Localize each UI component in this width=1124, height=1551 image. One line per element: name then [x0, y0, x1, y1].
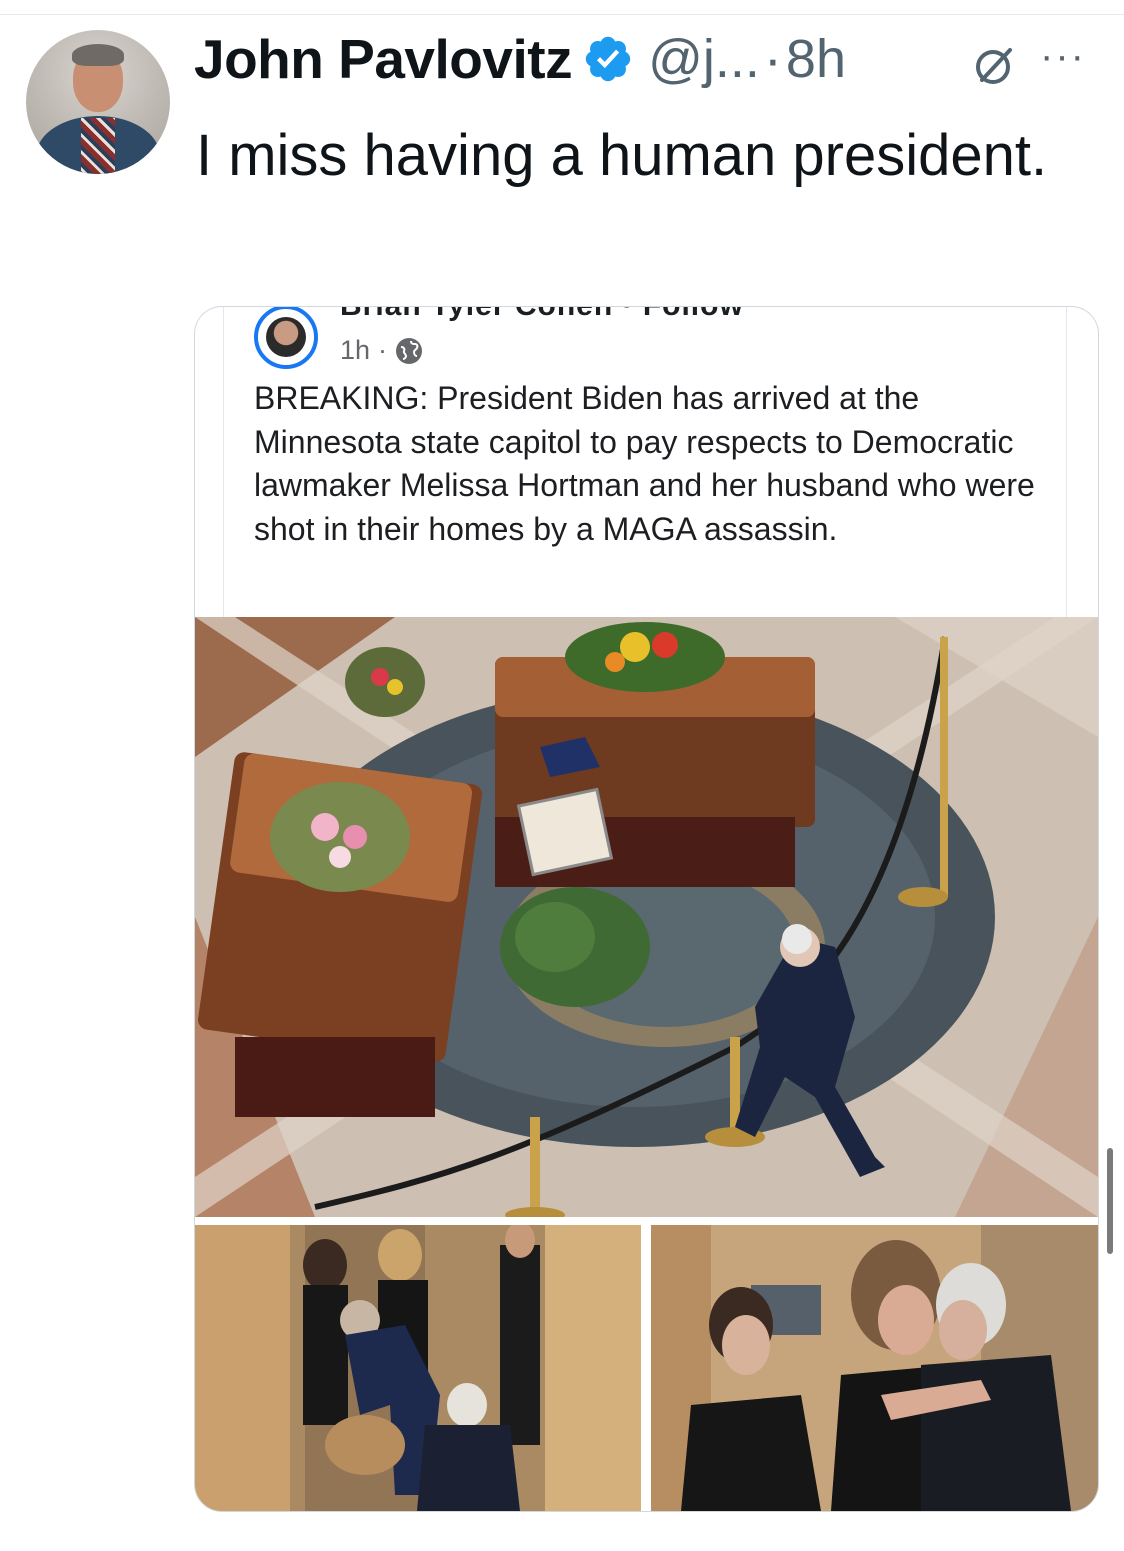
scrollbar[interactable]: [1107, 1148, 1113, 1254]
embedded-post-author-cut: Brian Tyler Cohen · Follow: [340, 307, 744, 323]
tweet-time[interactable]: 8h: [786, 28, 846, 90]
tweet-text: I miss having a human president.: [196, 123, 1048, 188]
more-icon[interactable]: ···: [1040, 36, 1100, 76]
verified-badge-icon: [585, 36, 631, 82]
embedded-post-screenshot: Brian Tyler Cohen · Follow 1h · BREAKING…: [223, 307, 1067, 617]
globe-icon: [396, 337, 423, 364]
header-separator: ·: [763, 29, 782, 89]
tweet[interactable]: John Pavlovitz @j... · 8h ··· I miss hav…: [0, 0, 1124, 1551]
hallway-photo: [195, 1225, 641, 1511]
media-card[interactable]: Brian Tyler Cohen · Follow 1h · BREAKING…: [194, 306, 1099, 1512]
grok-icon[interactable]: [970, 40, 1020, 90]
tweet-header: John Pavlovitz @j... · 8h: [194, 24, 846, 94]
embedded-post-separator: ·: [378, 335, 388, 365]
author-handle[interactable]: @j...: [648, 28, 760, 90]
avatar[interactable]: [26, 30, 170, 174]
embedded-post-text: BREAKING: President Biden has arrived at…: [254, 380, 1035, 547]
embedded-post-time: 1h: [340, 335, 371, 365]
embrace-photo: [651, 1225, 1098, 1511]
author-name[interactable]: John Pavlovitz: [194, 27, 573, 91]
embedded-post-avatar: [254, 307, 318, 369]
rotunda-caskets-photo: [195, 617, 1098, 1217]
embedded-post-meta: 1h ·: [340, 335, 423, 366]
